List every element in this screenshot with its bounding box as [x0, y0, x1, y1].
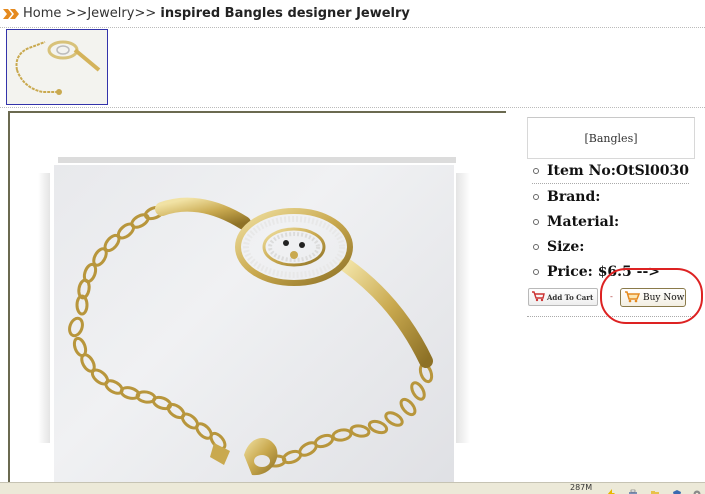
product-thumbnail[interactable]	[6, 29, 108, 105]
category-link[interactable]: [Bangles]	[584, 132, 637, 145]
status-count: 287M	[570, 483, 593, 492]
breadcrumb-separator: >>	[134, 6, 157, 21]
material-label: Material:	[547, 213, 620, 230]
product-image-frame	[8, 111, 506, 494]
thumbnail-divider	[0, 107, 705, 108]
add-to-cart-button[interactable]: Add To Cart	[528, 288, 598, 306]
printer-icon	[628, 484, 638, 494]
cart-icon	[531, 290, 545, 304]
spec-item-price: Price: $6.5 -->	[532, 259, 689, 284]
breadcrumb-separator: >>	[65, 6, 88, 21]
buy-now-label: Buy Now	[643, 292, 685, 303]
bullet-icon	[533, 218, 539, 225]
photo-shadow	[456, 173, 470, 443]
shield-icon	[672, 484, 682, 494]
panel-divider	[527, 316, 695, 317]
folder-icon	[650, 484, 660, 494]
breadcrumb-current-page: inspired Bangles designer Jewelry	[160, 6, 410, 21]
spec-list: Item No:OtSl0030 Brand: Material: Size: …	[532, 159, 689, 284]
bullet-icon	[533, 168, 539, 174]
cart-icon	[624, 290, 641, 306]
item-number-label: Item No:OtSl0030	[547, 163, 689, 179]
spec-item-number: Item No:OtSl0030	[532, 159, 689, 184]
bracelet-photo[interactable]	[54, 165, 454, 494]
bullet-icon	[533, 243, 539, 250]
breadcrumb-jewelry-link[interactable]: Jewelry	[87, 6, 134, 21]
status-bar: 287M	[0, 482, 705, 494]
bullet-icon	[533, 268, 539, 275]
buy-now-button[interactable]: Buy Now	[620, 288, 686, 307]
button-separator: -	[610, 292, 613, 301]
bullet-icon	[533, 193, 539, 200]
breadcrumb: Home >>Jewelry>> inspired Bangles design…	[0, 0, 705, 28]
spec-item-brand: Brand:	[532, 184, 689, 209]
breadcrumb-home-link[interactable]: Home	[23, 6, 61, 21]
category-box: [Bangles]	[527, 117, 695, 159]
brand-label: Brand:	[547, 188, 601, 205]
bracelet-thumbnail-image	[7, 30, 107, 104]
double-chevron-icon	[3, 8, 19, 19]
lightning-icon	[606, 484, 616, 494]
photo-shadow	[58, 157, 456, 163]
settings-icon	[692, 484, 702, 494]
price-label: Price: $6.5 -->	[547, 263, 661, 280]
size-label: Size:	[547, 238, 585, 255]
spec-item-size: Size:	[532, 234, 689, 259]
photo-shadow	[38, 173, 50, 443]
spec-item-material: Material:	[532, 209, 689, 234]
add-to-cart-label: Add To Cart	[547, 292, 594, 302]
